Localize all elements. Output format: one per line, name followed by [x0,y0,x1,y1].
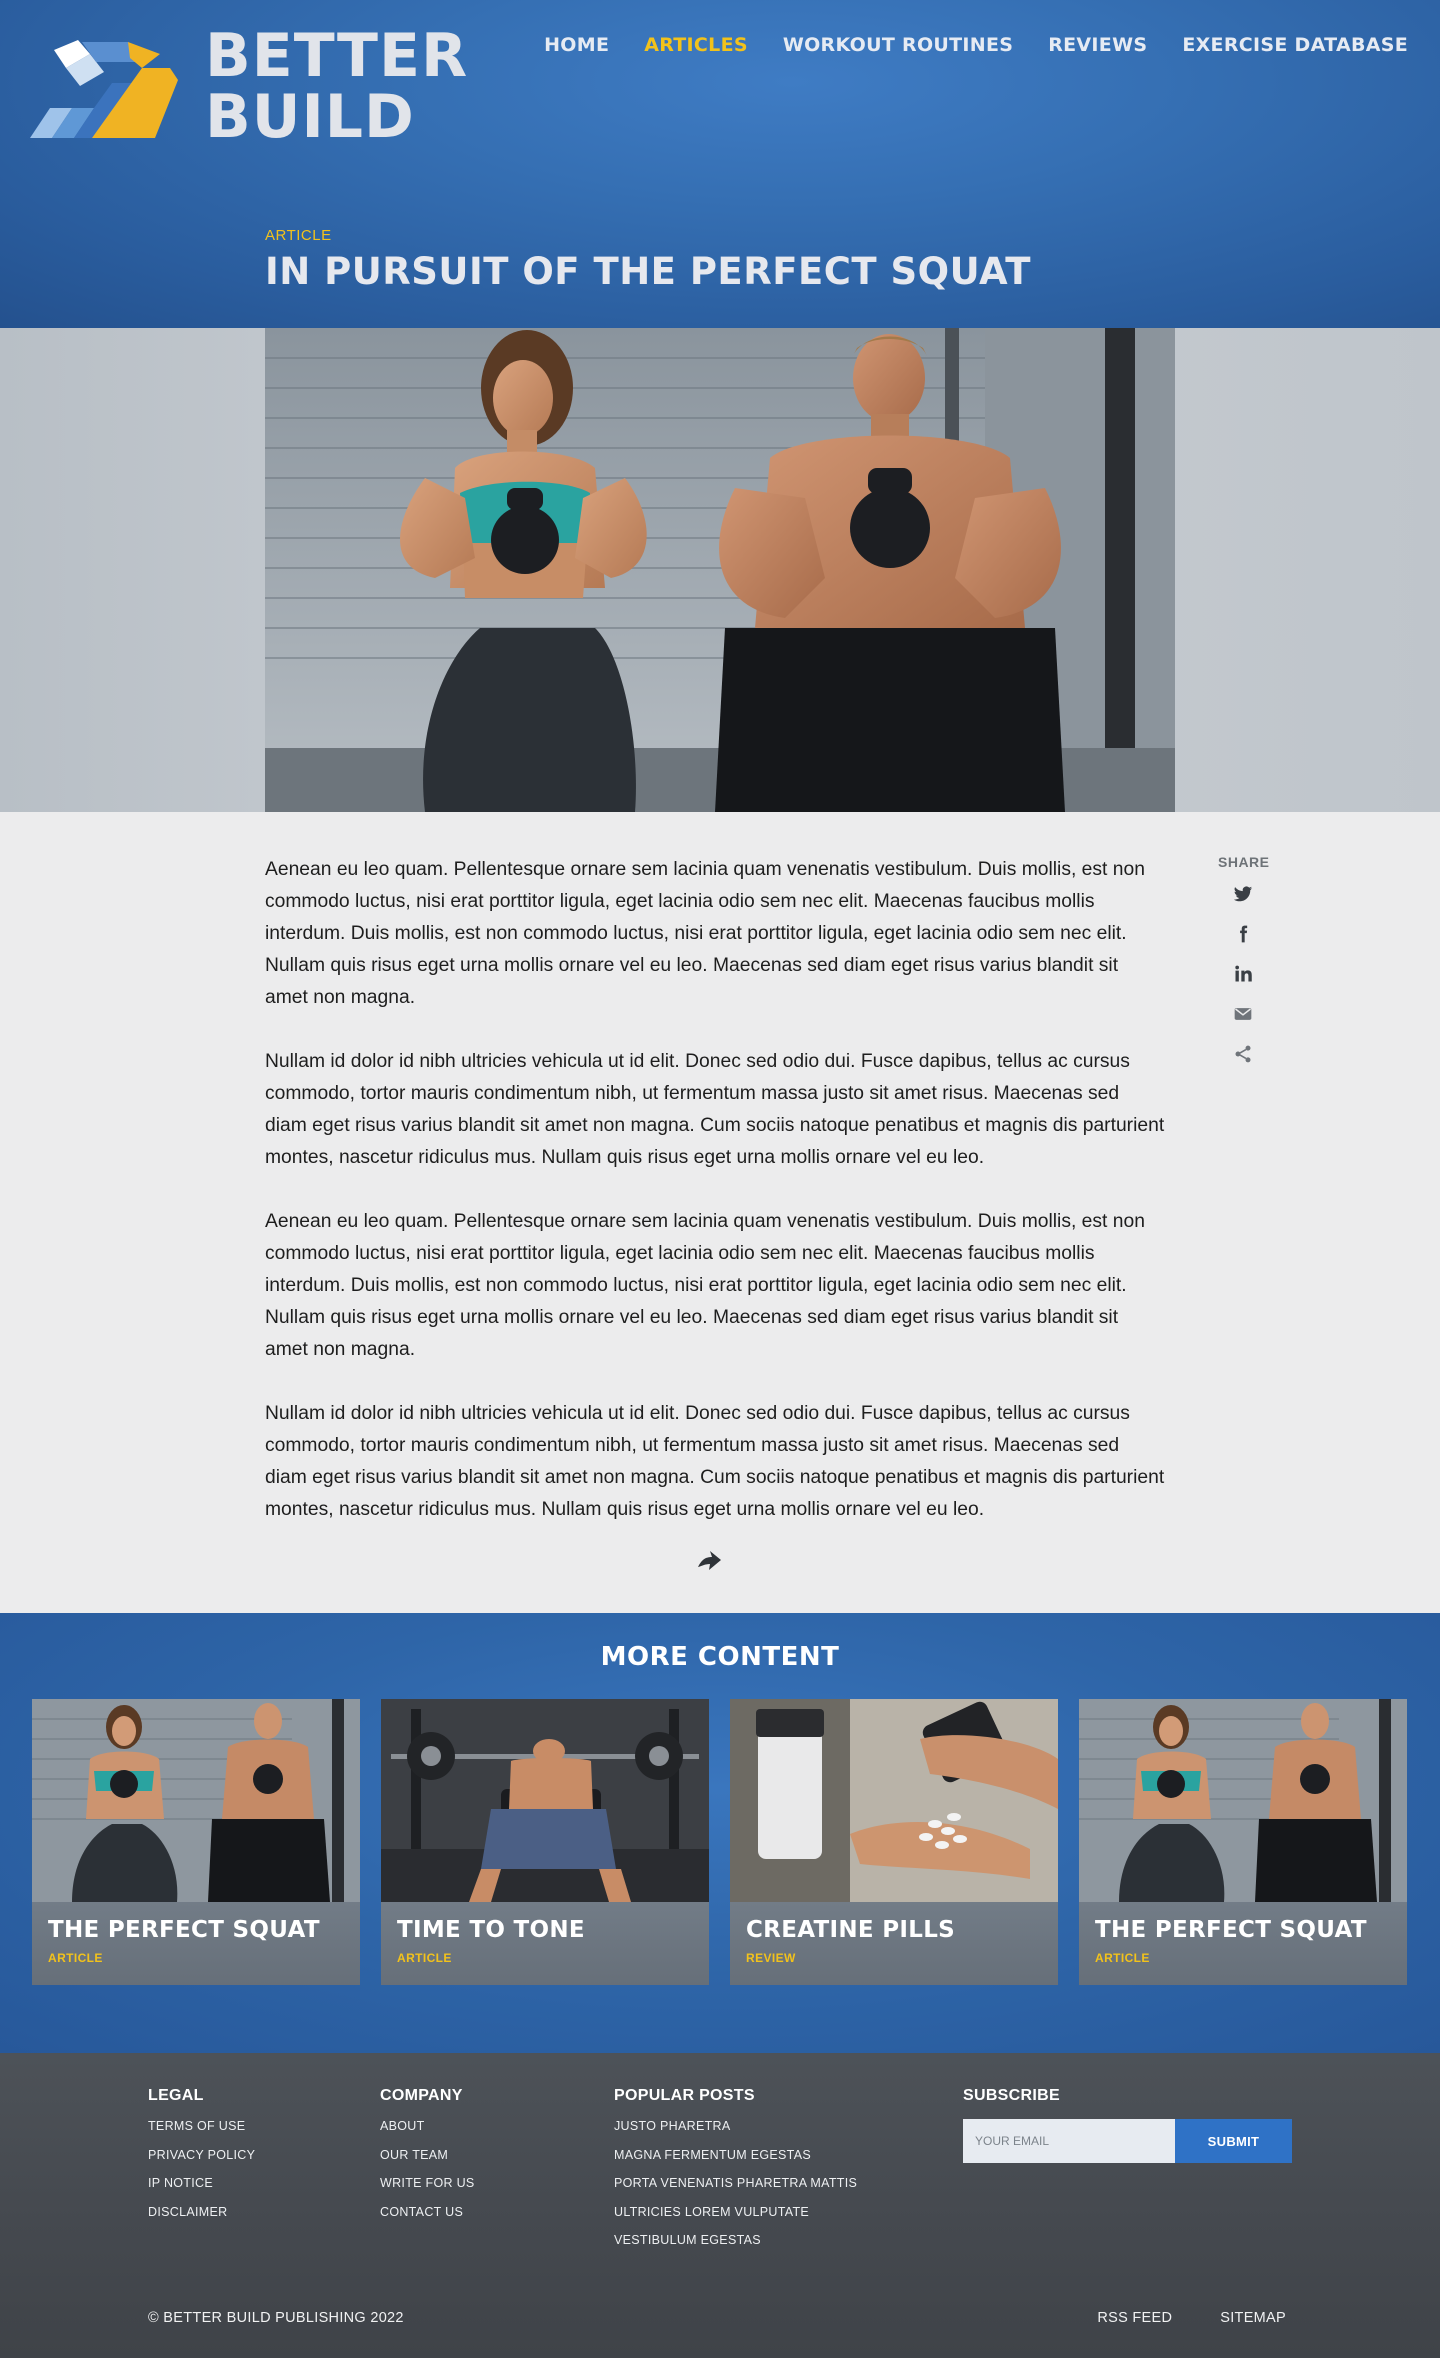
footer-link-post[interactable]: JUSTO PHARETRA [614,2119,857,2133]
sitemap-link[interactable]: SITEMAP [1220,2310,1286,2326]
card-type: ARTICLE [48,1951,103,1965]
card-thumbnail [381,1699,709,1902]
card-type: REVIEW [746,1951,796,1965]
footer-link-about[interactable]: ABOUT [380,2119,475,2133]
article-paragraph: Aenean eu leo quam. Pellentesque ornare … [265,1211,1145,1360]
card-thumbnail [32,1699,360,1902]
page-title: IN PURSUIT OF THE PERFECT SQUAT [265,250,1032,293]
footer-heading: POPULAR POSTS [614,2087,755,2104]
copyright: © BETTER BUILD PUBLISHING 2022 [148,2310,404,2326]
content-card[interactable]: THE PERFECT SQUAT ARTICLE [32,1699,360,1985]
article-paragraph: Nullam id dolor id nibh ultricies vehicu… [265,1403,1165,1520]
footer-heading: SUBSCRIBE [963,2087,1060,2104]
card-thumbnail [730,1699,1058,1902]
facebook-icon[interactable] [1231,924,1255,948]
footer-subscribe: SUBSCRIBE SUBMIT [963,2087,1292,2163]
logo-line-2: BUILD [205,82,415,152]
more-content-section: MORE CONTENT THE PERFECT SQUAT ARTICLE T… [0,1613,1440,2053]
card-title: CREATINE PILLS [746,1917,956,1943]
nav-workout-routines[interactable]: WORKOUT ROUTINES [783,34,1013,56]
nav-articles[interactable]: ARTICLES [644,34,748,56]
email-field[interactable] [963,2119,1175,2163]
card-type: ARTICLE [397,1951,452,1965]
footer-link-ip-notice[interactable]: IP NOTICE [148,2176,255,2190]
footer-link-post[interactable]: MAGNA FERMENTUM EGESTAS [614,2148,857,2162]
content-card[interactable]: TIME TO TONE ARTICLE [381,1699,709,1985]
card-info: THE PERFECT SQUAT ARTICLE [32,1902,360,1985]
nav-reviews[interactable]: REVIEWS [1048,34,1147,56]
card-title: TIME TO TONE [397,1917,585,1943]
card-thumbnail [1079,1699,1407,1902]
card-info: THE PERFECT SQUAT ARTICLE [1079,1902,1407,1985]
footer-company: COMPANY ABOUT OUR TEAM WRITE FOR US CONT… [380,2087,475,2233]
card-info: CREATINE PILLS REVIEW [730,1902,1058,1985]
footer-bottom-links: RSS FEED SITEMAP [1097,2310,1286,2326]
linkedin-icon[interactable] [1231,964,1255,988]
card-info: TIME TO TONE ARTICLE [381,1902,709,1985]
footer-link-privacy[interactable]: PRIVACY POLICY [148,2148,255,2162]
more-content-title: MORE CONTENT [600,1642,840,1672]
footer-legal: LEGAL TERMS OF USE PRIVACY POLICY IP NOT… [148,2087,255,2233]
footer-link-our-team[interactable]: OUR TEAM [380,2148,475,2162]
email-icon[interactable] [1231,1004,1255,1028]
article-paragraph: Aenean eu leo quam. Pellentesque ornare … [265,859,1145,1008]
content-card[interactable]: THE PERFECT SQUAT ARTICLE [1079,1699,1407,1985]
nav-home[interactable]: HOME [544,34,609,56]
main-nav: HOME ARTICLES WORKOUT ROUTINES REVIEWS E… [544,34,1408,56]
content-card[interactable]: CREATINE PILLS REVIEW [730,1699,1058,1985]
logo-line-1: BETTER [205,21,469,91]
hero-image [265,328,1175,812]
site-logo[interactable]: BETTER BUILD [30,26,470,148]
article-paragraph: Nullam id dolor id nibh ultricies vehicu… [265,1051,1165,1168]
site-footer: LEGAL TERMS OF USE PRIVACY POLICY IP NOT… [0,2053,1440,2358]
card-title: THE PERFECT SQUAT [48,1917,320,1943]
footer-link-contact[interactable]: CONTACT US [380,2205,475,2219]
card-type: ARTICLE [1095,1951,1150,1965]
footer-popular-posts: POPULAR POSTS JUSTO PHARETRA MAGNA FERME… [614,2087,857,2262]
share-icon[interactable] [1231,1044,1255,1068]
submit-button[interactable]: SUBMIT [1175,2119,1292,2163]
article-body: Aenean eu leo quam. Pellentesque ornare … [0,812,1440,1613]
logo-wordmark: BETTER BUILD [205,26,468,148]
card-title: THE PERFECT SQUAT [1095,1917,1367,1943]
next-arrow-icon[interactable] [694,1545,724,1575]
share-label: SHARE [1218,854,1270,870]
footer-heading: LEGAL [148,2087,204,2104]
footer-link-terms[interactable]: TERMS OF USE [148,2119,255,2133]
content-cards: THE PERFECT SQUAT ARTICLE TIME TO TONE A… [32,1699,1407,1985]
subscribe-form: SUBMIT [963,2119,1292,2163]
article-category: ARTICLE [265,227,332,244]
footer-link-write-for-us[interactable]: WRITE FOR US [380,2176,475,2190]
footer-link-post[interactable]: ULTRICIES LOREM VULPUTATE [614,2205,857,2219]
twitter-icon[interactable] [1231,884,1255,908]
logo-mark-icon [30,40,178,138]
footer-link-post[interactable]: VESTIBULUM EGESTAS [614,2233,857,2247]
nav-exercise-database[interactable]: EXERCISE DATABASE [1182,34,1408,56]
site-header: BETTER BUILD HOME ARTICLES WORKOUT ROUTI… [0,0,1440,328]
article-text: Aenean eu leo quam. Pellentesque ornare … [265,854,1165,1558]
rss-feed-link[interactable]: RSS FEED [1097,2310,1172,2326]
footer-link-disclaimer[interactable]: DISCLAIMER [148,2205,255,2219]
footer-heading: COMPANY [380,2087,463,2104]
footer-link-post[interactable]: PORTA VENENATIS PHARETRA MATTIS [614,2176,857,2190]
share-bar: SHARE [1218,854,1270,1084]
